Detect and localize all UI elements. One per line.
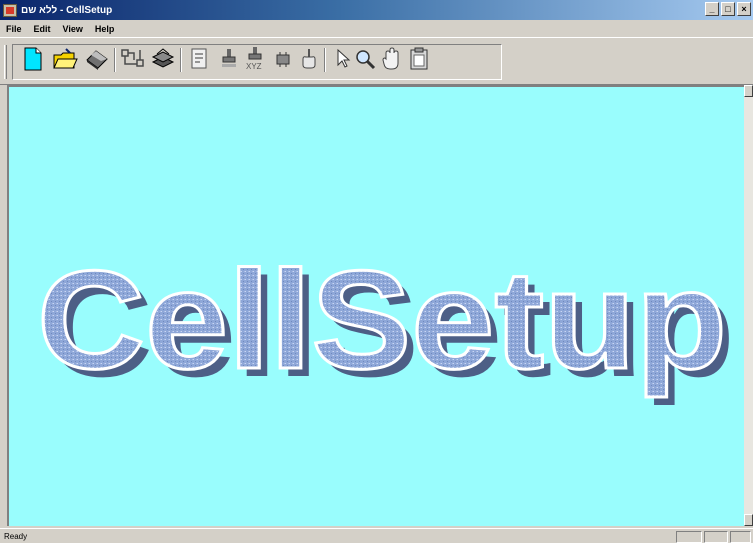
layers-icon[interactable] [150, 46, 176, 72]
status-panel [730, 531, 751, 543]
vertical-scrollbar[interactable] [744, 85, 753, 526]
eraser-icon[interactable] [84, 46, 110, 72]
svg-text:XYZ: XYZ [246, 62, 262, 71]
toolbar: XYZ [0, 37, 753, 85]
menu-file[interactable]: File [6, 24, 22, 34]
menu-help[interactable]: Help [95, 24, 115, 34]
splash-graphic: CellSetup CellSetup [36, 240, 736, 407]
schematic-icon[interactable] [120, 46, 146, 72]
title-bar[interactable]: ללא שם - CellSetup _ □ × [0, 0, 753, 20]
maximize-button[interactable]: □ [721, 2, 735, 16]
component-icon[interactable] [270, 46, 296, 72]
properties-icon[interactable] [186, 46, 212, 72]
window-title: ללא שם - CellSetup [21, 4, 113, 16]
minimize-button[interactable]: _ [705, 2, 719, 16]
pan-hand-icon[interactable] [378, 46, 404, 72]
scroll-down-button[interactable] [744, 514, 753, 526]
app-icon[interactable] [3, 3, 17, 17]
document-view[interactable]: CellSetup CellSetup [7, 85, 753, 526]
new-document-icon[interactable] [20, 46, 46, 72]
splash-text: CellSetup [37, 241, 727, 398]
status-panel [676, 531, 702, 543]
stamp-xyz-icon[interactable]: XYZ [242, 46, 268, 72]
toolbar-separator [114, 48, 116, 72]
open-folder-icon[interactable] [52, 46, 78, 72]
status-panel [704, 531, 728, 543]
toolbar-separator [180, 48, 182, 72]
grab-icon[interactable] [296, 46, 322, 72]
clipboard-icon[interactable] [406, 46, 432, 72]
toolbar-separator [324, 48, 326, 72]
window-controls: _ □ × [705, 2, 751, 16]
menu-view[interactable]: View [63, 24, 83, 34]
menu-edit[interactable]: Edit [34, 24, 51, 34]
toolbar-grip[interactable] [4, 45, 7, 79]
close-button[interactable]: × [737, 2, 751, 16]
stamp-icon[interactable] [216, 46, 242, 72]
status-text: Ready [4, 532, 28, 541]
zoom-icon[interactable] [352, 46, 378, 72]
status-bar: Ready [0, 528, 753, 543]
menu-bar: File Edit View Help [0, 20, 753, 37]
scroll-up-button[interactable] [744, 85, 753, 97]
